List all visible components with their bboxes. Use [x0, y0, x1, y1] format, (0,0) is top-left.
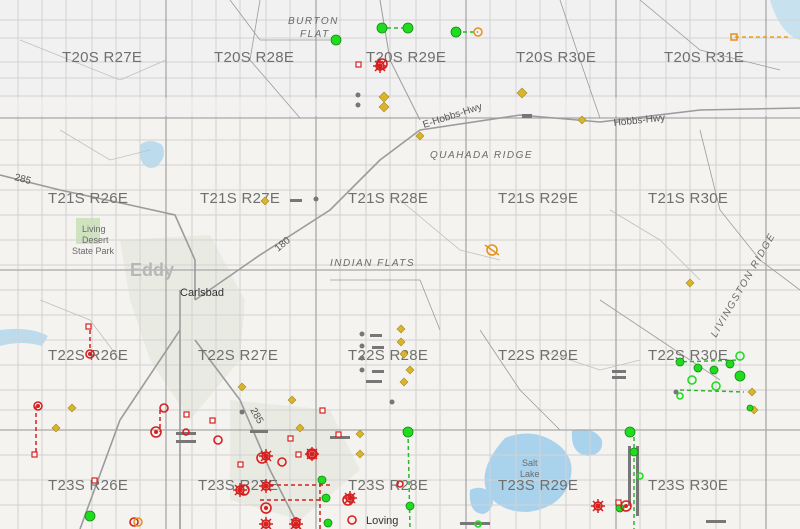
plugged-well-icon: [522, 114, 532, 118]
township-label: T22S R26E: [48, 347, 128, 364]
oil-well-icon: [405, 501, 415, 511]
gas-well-square-icon: [319, 407, 326, 414]
gas-well-dot-icon: [264, 506, 268, 510]
gas-well-square-icon: [209, 417, 216, 424]
township-label: T20S R28E: [214, 49, 294, 66]
gas-well-dot-icon: [36, 404, 40, 408]
map-view[interactable]: E-Hobbs-Hwy Hobbs-Hwy 285 180 285 BURTON…: [0, 0, 800, 529]
gas-burst-icon: [373, 59, 387, 73]
plugged-well-icon: [628, 446, 631, 506]
oil-well-icon: [675, 357, 685, 367]
township-label: T22S R29E: [498, 347, 578, 364]
gas-well-square-icon: [335, 431, 342, 438]
gas-well-square-icon: [183, 411, 190, 418]
correction-strip: [0, 98, 800, 116]
township-label: T23S R29E: [498, 477, 578, 494]
oil-well-icon: [402, 426, 414, 438]
township-label: T21S R30E: [648, 190, 728, 207]
oil-well-icon: [321, 493, 331, 503]
township-label: T23S R30E: [648, 477, 728, 494]
park-label-1: Living: [82, 224, 106, 234]
place-label-burton: BURTON: [288, 16, 339, 27]
gas-well-dot-icon: [624, 504, 628, 508]
oil-well-icon: [330, 34, 342, 46]
city-label-carlsbad: Carlsbad: [180, 287, 224, 299]
gas-well-square-icon: [31, 451, 38, 458]
plugged-well-icon: [313, 196, 319, 202]
gas-burst-icon: [305, 447, 319, 461]
gas-burst-icon: [591, 499, 605, 513]
oil-well-icon: [624, 426, 636, 438]
plugged-well-icon: [389, 399, 395, 405]
gas-well-square-icon: [287, 435, 294, 442]
oil-well-icon: [402, 22, 414, 34]
place-label-quahada-ridge: QUAHADA RIDGE: [430, 150, 533, 161]
gas-well-dot-icon: [154, 430, 158, 434]
township-label: T20S R27E: [62, 49, 142, 66]
plugged-well-icon: [372, 346, 384, 349]
plugged-well-icon: [359, 355, 365, 361]
oil-well-icon: [376, 22, 388, 34]
park-label-2: Desert: [82, 235, 109, 245]
gas-burst-icon: [259, 449, 273, 463]
city-label-loving: Loving: [366, 515, 398, 527]
plugged-well-icon: [706, 520, 726, 523]
township-label: T22S R28E: [348, 347, 428, 364]
gas-well-square-icon: [91, 477, 98, 484]
oil-well-icon: [725, 359, 735, 369]
county-label: Eddy: [130, 260, 174, 280]
oil-well-icon: [317, 475, 327, 485]
park-label-3: State Park: [72, 246, 115, 256]
map-canvas[interactable]: E-Hobbs-Hwy Hobbs-Hwy 285 180 285 BURTON…: [0, 0, 800, 529]
lake-label-1: Salt: [522, 458, 538, 468]
gas-well-square-icon: [615, 499, 622, 506]
township-label: T21S R28E: [348, 190, 428, 207]
township-label: T20S R31E: [664, 49, 744, 66]
plugged-well-icon: [250, 430, 268, 433]
oil-well-icon: [734, 370, 746, 382]
plugged-well-icon: [370, 334, 382, 337]
gas-burst-icon: [259, 479, 273, 493]
township-label: T21S R29E: [498, 190, 578, 207]
oil-well-icon: [709, 365, 719, 375]
plugged-well-icon: [359, 331, 365, 337]
township-label: T21S R26E: [48, 190, 128, 207]
township-label: T20S R30E: [516, 49, 596, 66]
plugged-well-icon: [359, 367, 365, 373]
gas-well-square-icon: [295, 451, 302, 458]
gas-burst-icon: [343, 491, 357, 505]
plugged-well-icon: [612, 370, 626, 373]
plugged-well-icon: [366, 380, 382, 383]
township-label: T22S R30E: [648, 347, 728, 364]
plugged-well-icon: [290, 199, 302, 202]
plugged-well-icon: [612, 376, 626, 379]
oil-well-icon: [84, 510, 96, 522]
township-label: T22S R27E: [198, 347, 278, 364]
place-label-indian-flats: INDIAN FLATS: [330, 258, 415, 269]
gas-burst-icon: [233, 483, 247, 497]
oil-well-icon: [746, 404, 754, 412]
gas-well-square-icon: [237, 461, 244, 468]
plugged-well-icon: [359, 343, 365, 349]
plugged-well-icon: [176, 440, 196, 443]
oil-well-icon: [629, 447, 639, 457]
township-label: T23S R28E: [348, 477, 428, 494]
plugged-well-icon: [636, 446, 639, 516]
township-label: T21S R27E: [200, 190, 280, 207]
oil-well-icon: [450, 26, 462, 38]
township-label: T23S R26E: [48, 477, 128, 494]
plugged-well-icon: [355, 102, 361, 108]
gas-well-dot-icon: [88, 352, 92, 356]
gas-well-square-icon: [355, 61, 362, 68]
gas-well-square-icon: [85, 323, 92, 330]
plugged-well-icon: [372, 370, 384, 373]
oil-well-icon: [323, 518, 333, 528]
plugged-well-icon: [239, 409, 245, 415]
place-label-flat: FLAT: [300, 29, 330, 40]
plugged-well-icon: [355, 92, 361, 98]
oil-well-icon: [693, 363, 703, 373]
